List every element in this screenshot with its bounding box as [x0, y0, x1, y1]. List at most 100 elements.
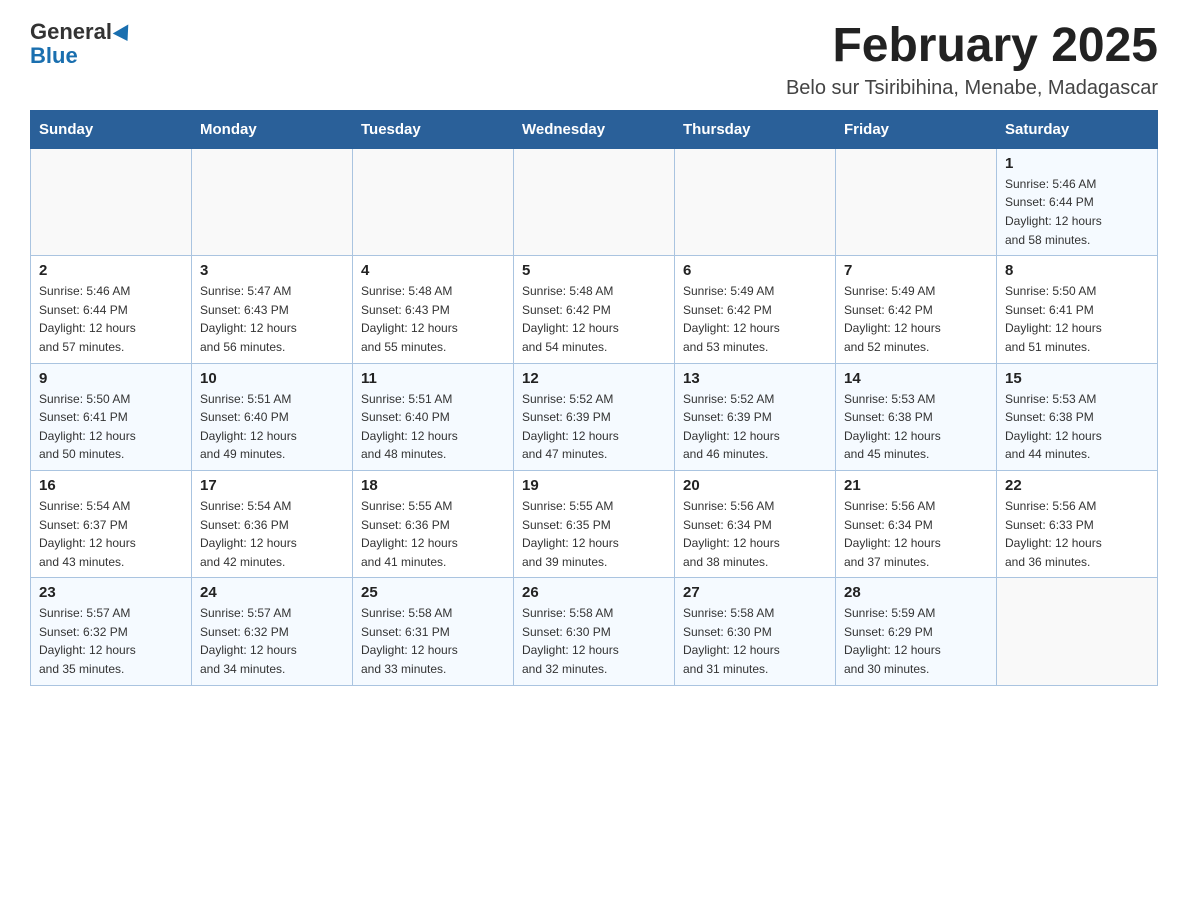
location-subtitle: Belo sur Tsiribihina, Menabe, Madagascar: [786, 77, 1158, 100]
day-info: Sunrise: 5:50 AM Sunset: 6:41 PM Dayligh…: [39, 390, 183, 464]
day-number: 8: [1005, 262, 1149, 279]
calendar-table: SundayMondayTuesdayWednesdayThursdayFrid…: [30, 110, 1158, 686]
logo-general-text: General: [30, 19, 112, 44]
day-number: 23: [39, 584, 183, 601]
calendar-day-cell: 21Sunrise: 5:56 AM Sunset: 6:34 PM Dayli…: [836, 470, 997, 577]
calendar-week-row: 9 Sunrise: 5:50 AM Sunset: 6:41 PM Daylig…: [31, 363, 1158, 470]
calendar-day-cell: [675, 148, 836, 255]
day-info: Sunrise: 5:56 AM Sunset: 6:34 PM Dayligh…: [683, 497, 827, 571]
day-number: 6: [683, 262, 827, 279]
calendar-day-cell: 20Sunrise: 5:56 AM Sunset: 6:34 PM Dayli…: [675, 470, 836, 577]
calendar-day-cell: 15 Sunrise: 5:53 AM Sunset: 6:38 PM Dayli…: [997, 363, 1158, 470]
day-number: 5: [522, 262, 666, 279]
day-number: 18: [361, 477, 505, 494]
calendar-day-cell: 16 Sunrise: 5:54 AM Sunset: 6:37 PM Dayli…: [31, 470, 192, 577]
calendar-day-cell: 19 Sunrise: 5:55 AM Sunset: 6:35 PM Dayli…: [514, 470, 675, 577]
calendar-day-cell: 24Sunrise: 5:57 AM Sunset: 6:32 PM Dayli…: [192, 578, 353, 685]
calendar-day-cell: 10 Sunrise: 5:51 AM Sunset: 6:40 PM Dayli…: [192, 363, 353, 470]
day-info: Sunrise: 5:49 AM Sunset: 6:42 PM Dayligh…: [683, 282, 827, 356]
calendar-body: 1 Sunrise: 5:46 AM Sunset: 6:44 PM Daylig…: [31, 148, 1158, 685]
calendar-day-cell: [836, 148, 997, 255]
weekday-header-tuesday: Tuesday: [353, 110, 514, 148]
day-info: Sunrise: 5:55 AM Sunset: 6:35 PM Dayligh…: [522, 497, 666, 571]
calendar-day-cell: 1 Sunrise: 5:46 AM Sunset: 6:44 PM Daylig…: [997, 148, 1158, 255]
day-info: Sunrise: 5:59 AM Sunset: 6:29 PM Dayligh…: [844, 604, 988, 678]
calendar-day-cell: 7 Sunrise: 5:49 AM Sunset: 6:42 PM Daylig…: [836, 256, 997, 363]
day-number: 28: [844, 584, 988, 601]
calendar-day-cell: 14Sunrise: 5:53 AM Sunset: 6:38 PM Dayli…: [836, 363, 997, 470]
weekday-header-saturday: Saturday: [997, 110, 1158, 148]
calendar-day-cell: [514, 148, 675, 255]
calendar-header: SundayMondayTuesdayWednesdayThursdayFrid…: [31, 110, 1158, 148]
day-number: 3: [200, 262, 344, 279]
calendar-day-cell: 5Sunrise: 5:48 AM Sunset: 6:42 PM Daylig…: [514, 256, 675, 363]
calendar-day-cell: 28 Sunrise: 5:59 AM Sunset: 6:29 PM Dayli…: [836, 578, 997, 685]
day-info: Sunrise: 5:55 AM Sunset: 6:36 PM Dayligh…: [361, 497, 505, 571]
weekday-header-row: SundayMondayTuesdayWednesdayThursdayFrid…: [31, 110, 1158, 148]
calendar-day-cell: 22 Sunrise: 5:56 AM Sunset: 6:33 PM Dayli…: [997, 470, 1158, 577]
weekday-header-sunday: Sunday: [31, 110, 192, 148]
calendar-day-cell: 11 Sunrise: 5:51 AM Sunset: 6:40 PM Dayli…: [353, 363, 514, 470]
day-info: Sunrise: 5:46 AM Sunset: 6:44 PM Dayligh…: [1005, 175, 1149, 249]
day-info: Sunrise: 5:54 AM Sunset: 6:37 PM Dayligh…: [39, 497, 183, 571]
day-number: 24: [200, 584, 344, 601]
day-info: Sunrise: 5:49 AM Sunset: 6:42 PM Dayligh…: [844, 282, 988, 356]
calendar-day-cell: 3 Sunrise: 5:47 AM Sunset: 6:43 PM Daylig…: [192, 256, 353, 363]
day-info: Sunrise: 5:56 AM Sunset: 6:33 PM Dayligh…: [1005, 497, 1149, 571]
day-number: 11: [361, 370, 505, 387]
calendar-day-cell: 6 Sunrise: 5:49 AM Sunset: 6:42 PM Daylig…: [675, 256, 836, 363]
day-info: Sunrise: 5:51 AM Sunset: 6:40 PM Dayligh…: [200, 390, 344, 464]
calendar-week-row: 23 Sunrise: 5:57 AM Sunset: 6:32 PM Dayli…: [31, 578, 1158, 685]
day-info: Sunrise: 5:53 AM Sunset: 6:38 PM Dayligh…: [844, 390, 988, 464]
day-number: 26: [522, 584, 666, 601]
day-number: 16: [39, 477, 183, 494]
day-number: 15: [1005, 370, 1149, 387]
page-header: General Blue February 2025 Belo sur Tsir…: [30, 20, 1158, 100]
day-info: Sunrise: 5:47 AM Sunset: 6:43 PM Dayligh…: [200, 282, 344, 356]
logo-blue-text: Blue: [30, 43, 78, 68]
weekday-header-thursday: Thursday: [675, 110, 836, 148]
calendar-day-cell: 17 Sunrise: 5:54 AM Sunset: 6:36 PM Dayli…: [192, 470, 353, 577]
calendar-day-cell: 27 Sunrise: 5:58 AM Sunset: 6:30 PM Dayli…: [675, 578, 836, 685]
logo-triangle-icon: [113, 24, 136, 45]
calendar-week-row: 2Sunrise: 5:46 AM Sunset: 6:44 PM Daylig…: [31, 256, 1158, 363]
weekday-header-wednesday: Wednesday: [514, 110, 675, 148]
day-info: Sunrise: 5:56 AM Sunset: 6:34 PM Dayligh…: [844, 497, 988, 571]
calendar-day-cell: 2Sunrise: 5:46 AM Sunset: 6:44 PM Daylig…: [31, 256, 192, 363]
day-number: 4: [361, 262, 505, 279]
calendar-week-row: 16 Sunrise: 5:54 AM Sunset: 6:37 PM Dayli…: [31, 470, 1158, 577]
day-number: 9: [39, 370, 183, 387]
logo: General Blue: [30, 20, 133, 68]
calendar-day-cell: [192, 148, 353, 255]
day-number: 7: [844, 262, 988, 279]
calendar-day-cell: 12 Sunrise: 5:52 AM Sunset: 6:39 PM Dayli…: [514, 363, 675, 470]
calendar-day-cell: 13Sunrise: 5:52 AM Sunset: 6:39 PM Dayli…: [675, 363, 836, 470]
calendar-day-cell: 8Sunrise: 5:50 AM Sunset: 6:41 PM Daylig…: [997, 256, 1158, 363]
title-area: February 2025 Belo sur Tsiribihina, Mena…: [786, 20, 1158, 100]
day-number: 10: [200, 370, 344, 387]
calendar-day-cell: 4 Sunrise: 5:48 AM Sunset: 6:43 PM Daylig…: [353, 256, 514, 363]
day-info: Sunrise: 5:53 AM Sunset: 6:38 PM Dayligh…: [1005, 390, 1149, 464]
day-number: 19: [522, 477, 666, 494]
day-info: Sunrise: 5:58 AM Sunset: 6:31 PM Dayligh…: [361, 604, 505, 678]
calendar-week-row: 1 Sunrise: 5:46 AM Sunset: 6:44 PM Daylig…: [31, 148, 1158, 255]
calendar-day-cell: 9 Sunrise: 5:50 AM Sunset: 6:41 PM Daylig…: [31, 363, 192, 470]
day-info: Sunrise: 5:48 AM Sunset: 6:43 PM Dayligh…: [361, 282, 505, 356]
day-info: Sunrise: 5:54 AM Sunset: 6:36 PM Dayligh…: [200, 497, 344, 571]
day-info: Sunrise: 5:57 AM Sunset: 6:32 PM Dayligh…: [39, 604, 183, 678]
calendar-day-cell: 26Sunrise: 5:58 AM Sunset: 6:30 PM Dayli…: [514, 578, 675, 685]
day-number: 22: [1005, 477, 1149, 494]
day-info: Sunrise: 5:51 AM Sunset: 6:40 PM Dayligh…: [361, 390, 505, 464]
calendar-day-cell: 25Sunrise: 5:58 AM Sunset: 6:31 PM Dayli…: [353, 578, 514, 685]
day-number: 12: [522, 370, 666, 387]
day-info: Sunrise: 5:52 AM Sunset: 6:39 PM Dayligh…: [522, 390, 666, 464]
day-number: 27: [683, 584, 827, 601]
day-number: 17: [200, 477, 344, 494]
day-info: Sunrise: 5:58 AM Sunset: 6:30 PM Dayligh…: [683, 604, 827, 678]
day-number: 1: [1005, 155, 1149, 172]
calendar-day-cell: [997, 578, 1158, 685]
day-info: Sunrise: 5:46 AM Sunset: 6:44 PM Dayligh…: [39, 282, 183, 356]
day-info: Sunrise: 5:52 AM Sunset: 6:39 PM Dayligh…: [683, 390, 827, 464]
month-title: February 2025: [786, 20, 1158, 73]
calendar-day-cell: [31, 148, 192, 255]
